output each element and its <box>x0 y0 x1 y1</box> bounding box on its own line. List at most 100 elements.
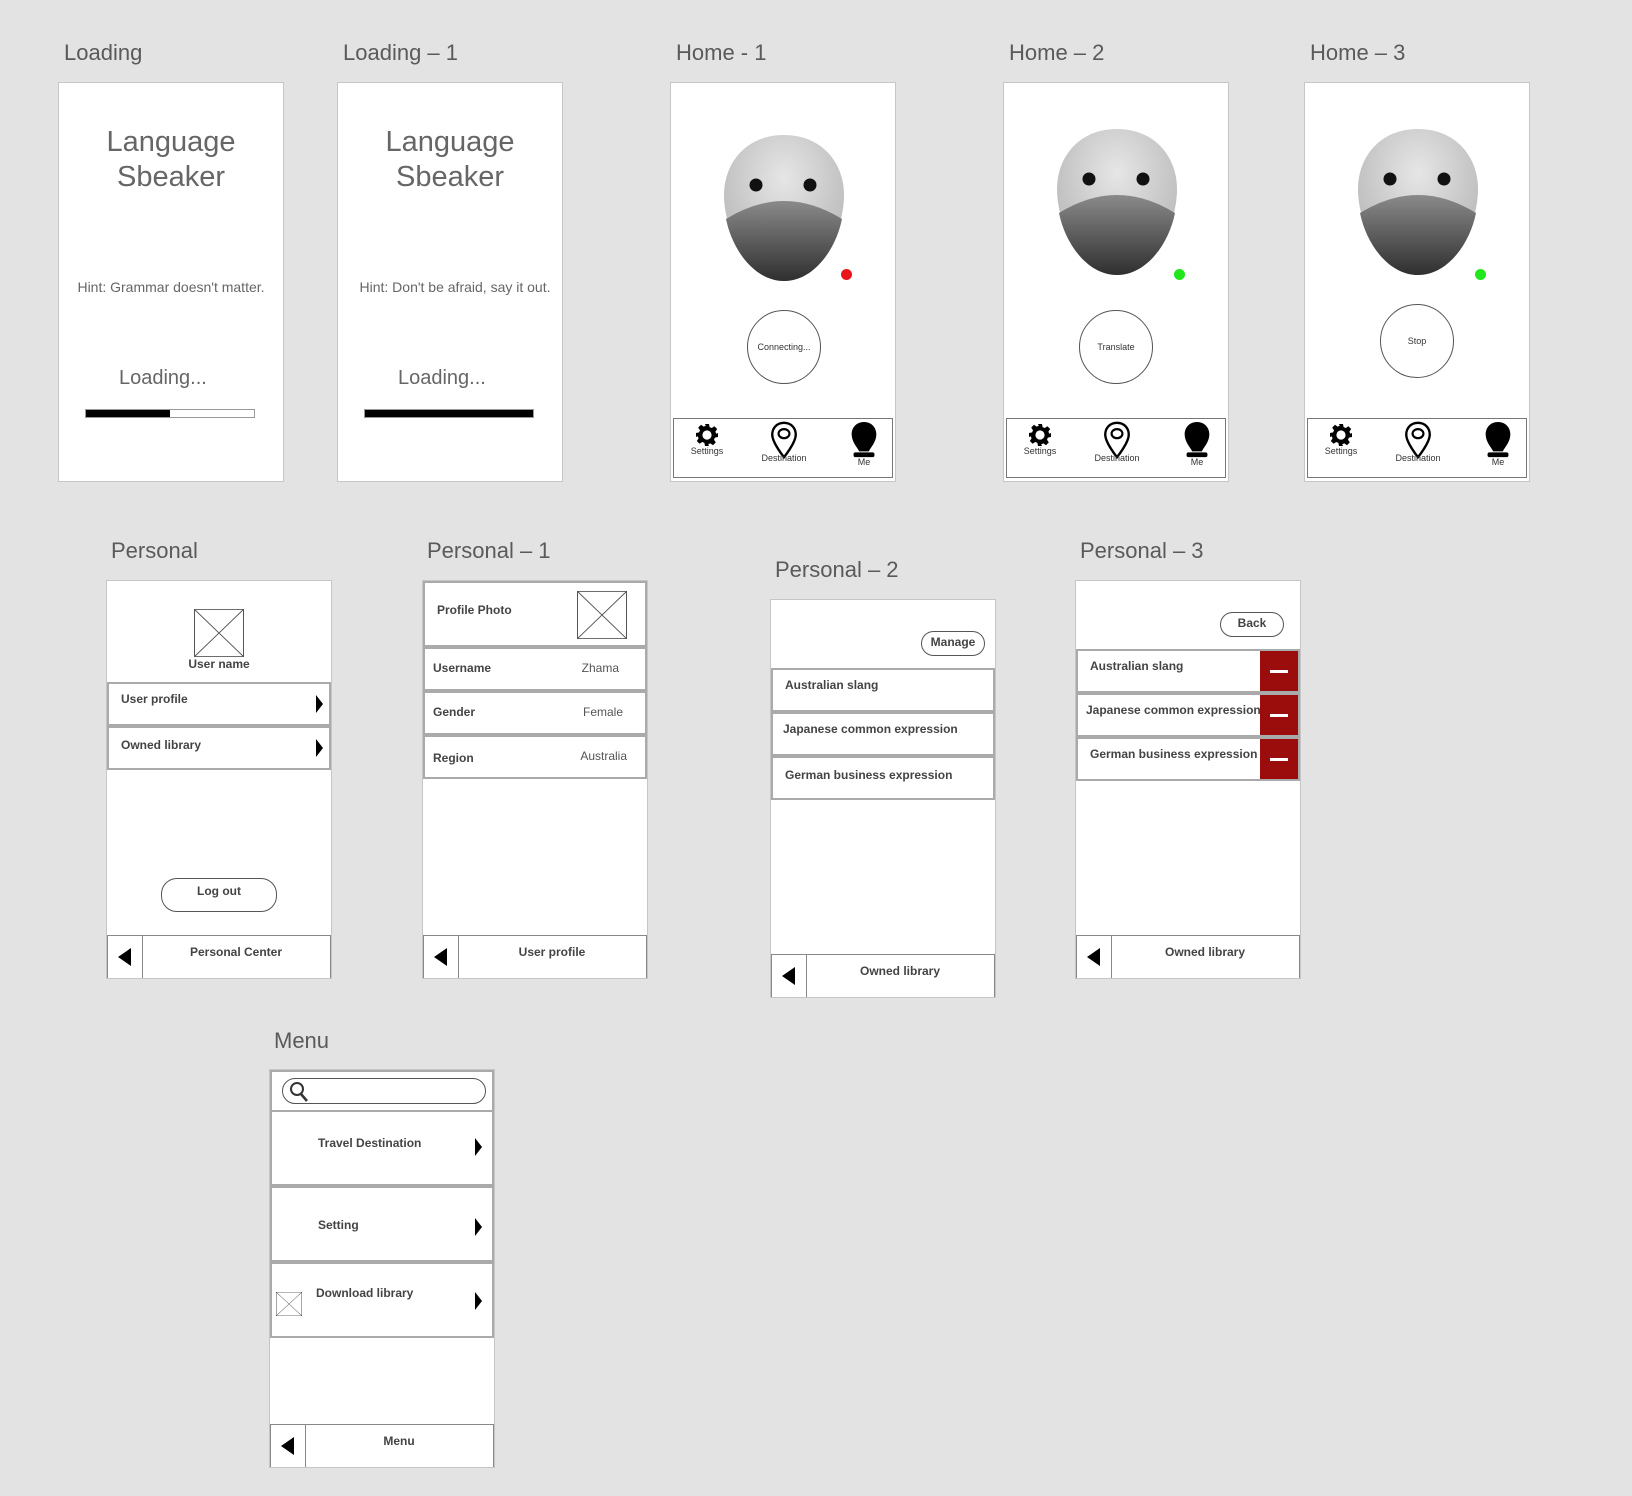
avatar-head-icon <box>1055 127 1179 277</box>
field-row-gender[interactable]: Gender Female <box>423 691 647 735</box>
profile-photo-row[interactable]: Profile Photo <box>423 581 647 647</box>
gear-icon <box>1329 423 1353 447</box>
tab-settings-label: Settings <box>1023 446 1057 456</box>
delete-minus-icon[interactable] <box>1260 695 1298 735</box>
avatar-head-icon <box>1356 127 1480 277</box>
manage-button[interactable]: Manage <box>921 631 985 656</box>
library-item[interactable]: German business expression <box>771 756 995 800</box>
tab-me-label: Me <box>857 457 871 467</box>
tab-destination[interactable]: Destination <box>1386 421 1450 463</box>
tab-settings[interactable]: Settings <box>1309 423 1373 456</box>
search-input[interactable] <box>282 1078 486 1104</box>
back-button[interactable] <box>1077 936 1112 978</box>
tab-bar: Settings Destination Me <box>1307 418 1527 478</box>
field-label: Gender <box>433 705 476 719</box>
app-title: Language Sbeaker <box>59 125 283 195</box>
progress-fill <box>365 410 533 417</box>
back-button[interactable] <box>108 936 143 978</box>
list-item-user-profile[interactable]: User profile <box>107 682 331 726</box>
frame-label-personal: Personal <box>111 538 198 563</box>
stop-button[interactable]: Stop <box>1380 304 1454 378</box>
library-item[interactable]: Australian slang <box>771 668 995 712</box>
nav-title: Owned library <box>1164 945 1246 959</box>
menu-item-download-library[interactable]: Download library <box>270 1262 494 1338</box>
tab-destination[interactable]: Destination <box>752 421 816 463</box>
library-item[interactable]: Australian slang <box>1076 649 1300 693</box>
download-placeholder-icon <box>276 1292 302 1316</box>
nav-bar: Owned library <box>771 954 995 997</box>
frame-label-loading-1: Loading – 1 <box>343 40 458 65</box>
tab-me[interactable]: Me <box>1466 421 1530 467</box>
menu-item-travel-destination[interactable]: Travel Destination <box>270 1110 494 1186</box>
nav-title: Personal Center <box>189 945 283 959</box>
app-title-line1: Language <box>106 126 236 158</box>
progress-bar <box>85 409 255 418</box>
library-item[interactable]: Japanese common expression <box>771 712 995 756</box>
field-value: Female <box>582 705 623 719</box>
personal-1-screen: Profile Photo Username Zhama Gender Fema… <box>422 580 648 979</box>
list-item-label: User profile <box>121 692 188 706</box>
tab-destination-label: Destination <box>1395 453 1441 463</box>
person-icon <box>1483 421 1513 459</box>
menu-item-label: Download library <box>316 1286 414 1300</box>
frame-label-loading: Loading <box>64 40 143 65</box>
tab-bar: Settings Destination Me <box>673 418 893 478</box>
nav-title: Owned library <box>859 964 941 978</box>
loading-1-screen: Language Sbeaker Hint: Don't be afraid, … <box>337 82 563 482</box>
hint-text: Hint: Don't be afraid, say it out. <box>359 279 551 295</box>
library-item[interactable]: Japanese common expression <box>1076 693 1300 737</box>
library-item-label: German business expression <box>1090 747 1258 761</box>
connecting-button[interactable]: Connecting... <box>747 310 821 384</box>
tab-settings[interactable]: Settings <box>675 423 739 456</box>
tab-settings[interactable]: Settings <box>1008 423 1072 456</box>
tab-settings-label: Settings <box>1324 446 1358 456</box>
menu-item-setting[interactable]: Setting <box>270 1186 494 1262</box>
hint-text: Hint: Grammar doesn't matter. <box>77 279 265 295</box>
back-button[interactable] <box>772 955 807 997</box>
tab-destination-label: Destination <box>1094 453 1140 463</box>
profile-photo-label: Profile Photo <box>437 603 512 617</box>
personal-3-screen: Back Australian slang Japanese common ex… <box>1075 580 1301 979</box>
field-row-username[interactable]: Username Zhama <box>423 647 647 691</box>
menu-item-label: Travel Destination <box>318 1136 422 1150</box>
app-title-line1: Language <box>385 126 515 158</box>
field-row-region[interactable]: Region Australia <box>423 735 647 779</box>
frame-label-menu: Menu <box>274 1028 330 1053</box>
person-icon <box>849 421 879 459</box>
translate-button[interactable]: Translate <box>1079 310 1153 384</box>
library-item-label: Australian slang <box>1090 659 1184 673</box>
back-pill-button[interactable]: Back <box>1220 612 1284 637</box>
library-item-label: Australian slang <box>785 678 879 692</box>
back-arrow-icon <box>1087 948 1100 966</box>
field-label: Region <box>433 751 474 765</box>
frame-label-personal-2: Personal – 2 <box>775 557 899 582</box>
tab-settings-label: Settings <box>690 446 724 456</box>
delete-minus-icon[interactable] <box>1260 651 1298 691</box>
back-button[interactable] <box>271 1425 306 1467</box>
tab-me[interactable]: Me <box>832 421 896 467</box>
logout-button[interactable]: Log out <box>161 878 277 912</box>
frame-label-personal-1: Personal – 1 <box>427 538 551 563</box>
list-item-label: Owned library <box>121 738 202 752</box>
home-2-screen: Translate Settings Destination Me <box>1003 82 1229 482</box>
app-title: Language Sbeaker <box>338 125 562 195</box>
menu-screen: Travel Destination Setting Download libr… <box>269 1069 495 1468</box>
list-item-owned-library[interactable]: Owned library <box>107 726 331 770</box>
profile-photo-placeholder-icon <box>577 591 627 639</box>
field-value: Australia <box>580 749 627 763</box>
personal-2-screen: Manage Australian slang Japanese common … <box>770 599 996 998</box>
back-button[interactable] <box>424 936 459 978</box>
nav-bar: User profile <box>423 935 647 978</box>
menu-item-label: Setting <box>318 1218 359 1232</box>
search-icon <box>290 1082 308 1102</box>
tab-me[interactable]: Me <box>1165 421 1229 467</box>
progress-fill <box>86 410 170 417</box>
library-item[interactable]: German business expression <box>1076 737 1300 781</box>
tab-me-label: Me <box>1491 457 1505 467</box>
library-item-label: German business expression <box>785 768 953 782</box>
status-dot <box>1475 269 1486 280</box>
status-dot <box>1174 269 1185 280</box>
delete-minus-icon[interactable] <box>1260 739 1298 779</box>
tab-destination[interactable]: Destination <box>1085 421 1149 463</box>
chevron-right-icon <box>475 1138 482 1156</box>
